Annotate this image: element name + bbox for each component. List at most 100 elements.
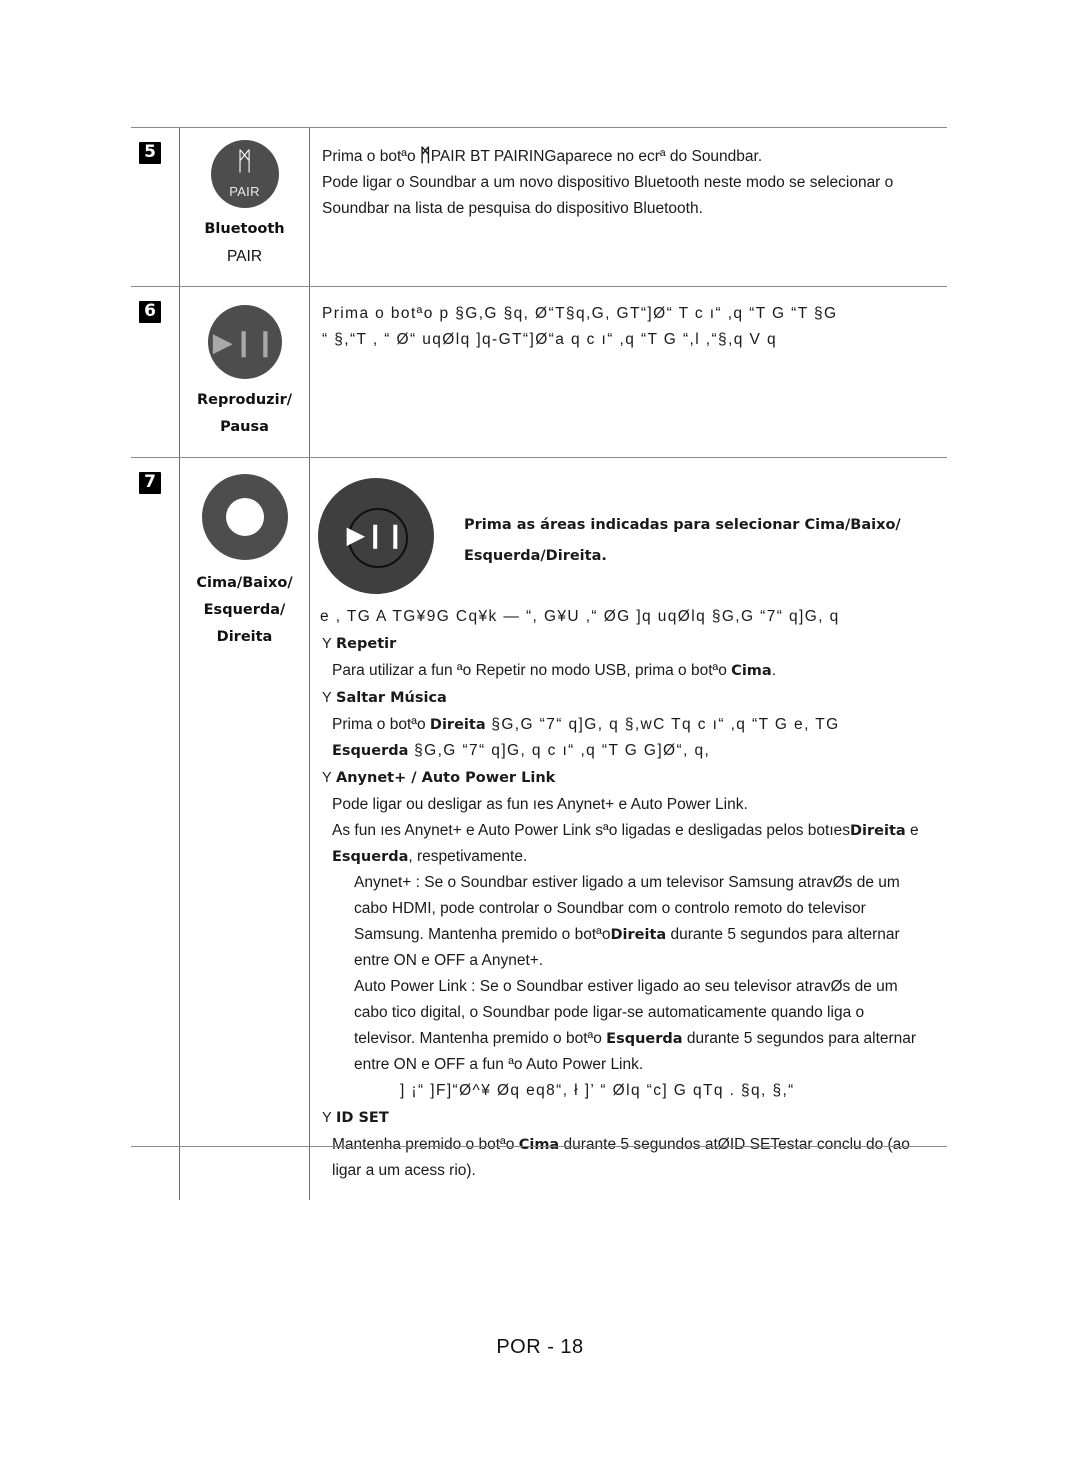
step-number-badge: 5 — [139, 142, 161, 164]
text-fragment: Samsung. Mantenha premido o botªo — [354, 926, 611, 943]
button-name-bold: Cima — [518, 1137, 560, 1153]
button-caption-line: PAIR — [226, 248, 263, 265]
garbled-text-fragment: §G,G “7“ q]G, q §,wC Tq c ı“ ,q “T G e, … — [485, 716, 840, 733]
bullet-marker: Y — [322, 770, 332, 786]
paragraph-line: Samsung. Mantenha premido o botªoDireita… — [354, 922, 941, 948]
text-fragment: durante 5 segundos para alternar — [666, 926, 900, 943]
section-body-line: As fun ıes Anynet+ e Auto Power Link sªo… — [314, 818, 941, 844]
garbled-text-line: e , TG A TG¥9G Cq¥k — “, G¥U ,“ ØG ]q uq… — [320, 608, 840, 625]
garbled-text-fragment: §G,G “7“ q]G, q c ı“ ,q “T G G]Ø“, q, — [408, 742, 711, 759]
section-heading-text: Saltar Música — [336, 690, 447, 706]
text-fragment: Prima o botªo — [332, 716, 430, 733]
button-caption-line: Esquerda/ — [203, 602, 286, 618]
description-line: Soundbar na lista de pesquisa do disposi… — [322, 200, 703, 217]
section-body-line: Pode ligar ou desligar as fun ıes Anynet… — [332, 796, 748, 813]
table-bottom-rule — [131, 1146, 947, 1147]
section-body-line: ligar a um acess rio). — [332, 1162, 476, 1179]
paragraph-line: cabo tico digital, o Soundbar pode ligar… — [354, 1004, 865, 1021]
garbled-text-line: Prima o botªo p §G,G §q, Ø“T§q,G, GT“]Ø“… — [322, 305, 838, 322]
directional-pad-art — [201, 474, 288, 560]
text-fragment: PAIR — [430, 148, 466, 165]
section-body-line: Prima o botªo Direita §G,G “7“ q]G, q §,… — [314, 712, 941, 738]
text-fragment: durante 5 segundos atØ — [559, 1136, 730, 1153]
text-fragment: BT PAIRINGaparece no ecrª do Soundbar. — [465, 148, 763, 165]
description-line: Prima o botªo ᛗPAIR BT PAIRINGaparece no… — [322, 142, 941, 170]
text-fragment: , respetivamente. — [408, 848, 528, 865]
manual-page: 5 ᛗ PAIR Bluetooth PAIR Prima o botªo ᛗP… — [0, 0, 1080, 1479]
button-name-bold: Cima — [731, 663, 772, 679]
section-heading-saltar-musica: Y Saltar Música — [314, 684, 941, 712]
button-art-cell-6: ▶❙❙ Reproduzir/ Pausa — [179, 287, 310, 457]
diagram-instruction-line: Prima as áreas indicadas para selecionar… — [464, 517, 901, 533]
text-fragment: estar conclu do (ao — [778, 1136, 910, 1153]
play-pause-icon: ▶❙❙ — [346, 522, 406, 549]
paragraph-line: Auto Power Link : Se o Soundbar estiver … — [354, 978, 898, 995]
button-caption-line: Pausa — [220, 419, 269, 435]
button-caption-line: Direita — [216, 629, 273, 645]
bluetooth-inline-icon: ᛗ — [419, 145, 431, 165]
step-number-cell-6: 6 — [131, 287, 179, 457]
bluetooth-icon: ᛗ — [236, 146, 253, 176]
button-name-bold: Esquerda — [332, 743, 409, 759]
step-number-badge: 7 — [139, 472, 161, 494]
description-line: Pode ligar o Soundbar a um novo disposit… — [322, 174, 894, 191]
garbled-text-line: ] ¡“ ]F]“Ø^¥ Øq eq8“, ł ]’ “ Ølq “c] G q… — [400, 1082, 795, 1099]
page-footer: POR - 18 — [496, 1336, 584, 1358]
button-name-bold: Esquerda — [332, 849, 409, 865]
paragraph-line: cabo HDMI, pode controlar o Soundbar com… — [354, 900, 866, 917]
text-fragment: e — [905, 822, 919, 839]
button-name-bold: Direita — [610, 927, 667, 943]
button-art-cell-7: Cima/Baixo/ Esquerda/ Direita — [179, 458, 310, 1200]
table-row-6: 6 ▶❙❙ Reproduzir/ Pausa Prima o botªo p … — [131, 286, 947, 457]
section-heading-anynet: Y Anynet+ / Auto Power Link — [314, 764, 941, 792]
pair-label-icon: PAIR — [229, 184, 260, 199]
text-fragment: As fun ıes Anynet+ e Auto Power Link sªo… — [332, 822, 851, 839]
diagram-instruction: Prima as áreas indicadas para selecionar… — [434, 478, 901, 572]
section-heading-repetir: Y Repetir — [314, 630, 941, 658]
anynet-plus-paragraph: Anynet+ : Se o Soundbar estiver ligado a… — [314, 870, 941, 974]
text-fragment: Mantenha premido o botªo — [332, 1136, 519, 1153]
soundbar-touch-button-art: ▶❙❙ — [318, 478, 434, 594]
step-number-badge: 6 — [139, 301, 161, 323]
section-body-line: Mantenha premido o botªo Cima durante 5 … — [314, 1132, 941, 1158]
bluetooth-pair-button-art: ᛗ PAIR — [210, 140, 279, 208]
paragraph-line: televisor. Mantenha premido o botªo Esqu… — [354, 1026, 941, 1052]
press-areas-diagram: ▶❙❙ Prima as áreas indicadas para seleci… — [314, 472, 941, 604]
bullet-marker: Y — [322, 636, 332, 652]
paragraph-line: entre ON e OFF a fun ªo Auto Power Link. — [354, 1056, 644, 1073]
button-caption-line: Reproduzir/ — [196, 392, 293, 408]
table-row-7: 7 Cima/Baixo/ Esquerda/ Direita ▶❙❙ Prim… — [131, 457, 947, 1200]
section-heading-id-set: Y ID SET — [314, 1104, 941, 1132]
section-body-line: Esquerda, respetivamente. — [314, 844, 941, 870]
bullet-marker: Y — [322, 690, 332, 706]
section-body-line: Para utilizar a fun ªo Repetir no modo U… — [314, 658, 941, 684]
bullet-marker: Y — [322, 1110, 332, 1126]
text-fragment: televisor. Mantenha premido o botªo — [354, 1030, 607, 1047]
text-fragment: Para utilizar a fun ªo Repetir no modo U… — [332, 662, 732, 679]
paragraph-line: Anynet+ : Se o Soundbar estiver ligado a… — [354, 874, 900, 891]
section-body-line: Esquerda §G,G “7“ q]G, q c ı“ ,q “T G G]… — [314, 738, 941, 764]
button-caption-line: Bluetooth — [204, 221, 285, 237]
section-heading-text: Anynet+ / Auto Power Link — [336, 770, 556, 786]
auto-power-link-paragraph: Auto Power Link : Se o Soundbar estiver … — [314, 974, 941, 1078]
text-fragment: ID SET — [729, 1136, 779, 1153]
diagram-instruction-line: Esquerda/Direita. — [464, 548, 607, 564]
text-fragment: . — [771, 662, 776, 679]
button-name-bold: Esquerda — [606, 1031, 683, 1047]
step-number-cell-5: 5 — [131, 128, 179, 286]
text-fragment: durante 5 segundos para alternar — [682, 1030, 917, 1047]
button-art-cell-5: ᛗ PAIR Bluetooth PAIR — [179, 128, 310, 286]
section-heading-text: Repetir — [336, 636, 397, 652]
step-number-cell-7: 7 — [131, 458, 179, 1200]
button-name-bold: Direita — [429, 717, 486, 733]
description-cell-5: Prima o botªo ᛗPAIR BT PAIRINGaparece no… — [310, 128, 947, 286]
table-row-5: 5 ᛗ PAIR Bluetooth PAIR Prima o botªo ᛗP… — [131, 127, 947, 286]
section-heading-text: ID SET — [336, 1110, 389, 1126]
feature-table: 5 ᛗ PAIR Bluetooth PAIR Prima o botªo ᛗP… — [131, 127, 947, 1200]
play-pause-icon: ▶❙❙ — [212, 327, 277, 357]
button-caption-line: Cima/Baixo/ — [196, 575, 293, 591]
button-name-bold: Direita — [850, 823, 906, 839]
description-cell-6: Prima o botªo p §G,G §q, Ø“T§q,G, GT“]Ø“… — [310, 287, 947, 457]
play-pause-button-art: ▶❙❙ — [207, 305, 282, 379]
garbled-text-line: “ §,“T , “ Ø“ uqØlq ]q-GT“]Ø“a q c ı“ ,q… — [322, 331, 777, 348]
